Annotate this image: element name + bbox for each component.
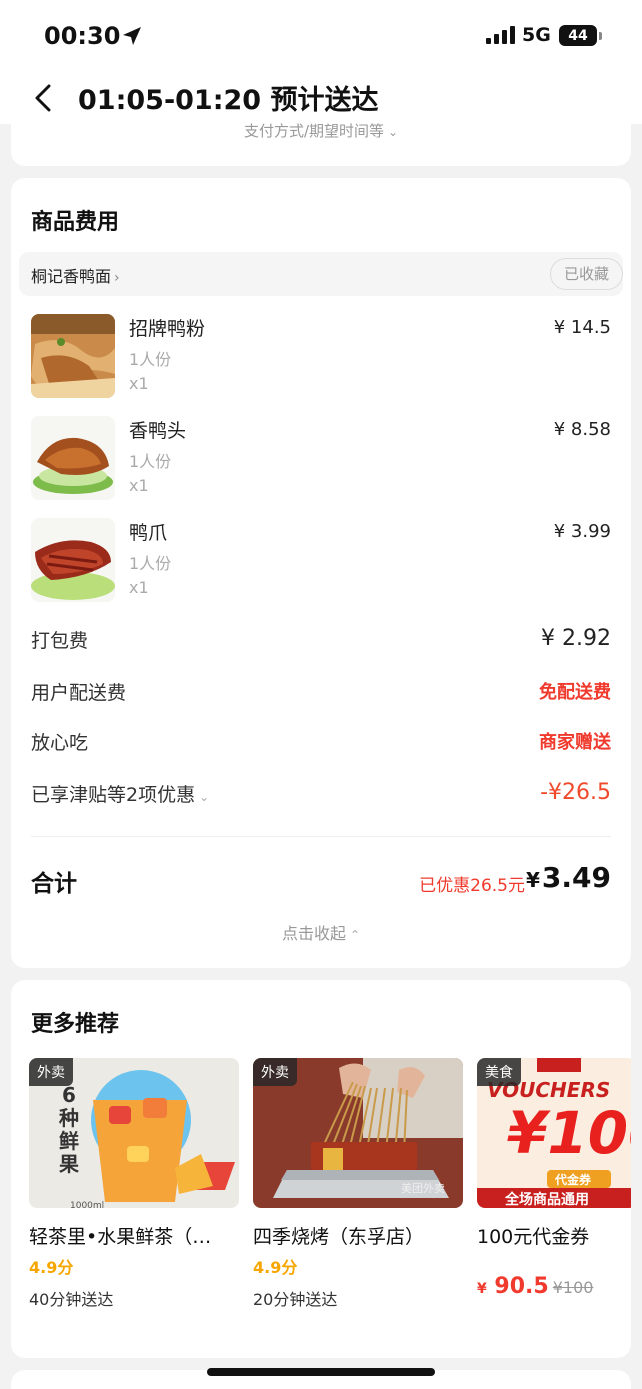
discount-label-text: 已享津贴等2项优惠 xyxy=(31,784,196,806)
chevron-down-icon: ⌄ xyxy=(388,125,399,139)
status-time: 00:30 xyxy=(44,22,121,50)
category-badge: 外卖 xyxy=(253,1058,297,1086)
item-price: ¥ 3.99 xyxy=(553,521,611,542)
fee-label: 放心吃 xyxy=(31,732,89,754)
chevron-down-icon: ⌄ xyxy=(199,790,210,804)
chevron-up-icon: ⌃ xyxy=(349,928,361,942)
collapse-label: 点击收起 xyxy=(281,924,346,943)
image-text: 6 xyxy=(62,1083,76,1107)
fee-label: 用户配送费 xyxy=(31,682,127,704)
fee-value: ¥ 2.92 xyxy=(541,626,611,651)
item-image xyxy=(31,416,115,500)
packing-fee-row: 打包费 ¥ 2.92 xyxy=(31,626,611,656)
section-title: 商品费用 xyxy=(31,210,120,235)
recommend-image: VOUCHERS ¥100 代金券 全场商品通用 美食 xyxy=(477,1058,631,1208)
item-price: ¥ 8.58 xyxy=(553,419,611,440)
order-item: 鸭爪 1人份 x1 ¥ 3.99 xyxy=(31,518,611,608)
svg-text:1000ml: 1000ml xyxy=(70,1201,104,1208)
recommend-item[interactable]: VOUCHERS ¥100 代金券 全场商品通用 美食 100元代金券 ¥ 90… xyxy=(477,1058,631,1328)
original-price: ¥100 xyxy=(552,1278,594,1297)
discount-row[interactable]: 已享津贴等2项优惠 ⌄ -¥26.5 xyxy=(31,780,611,810)
discount-value: -¥26.5 xyxy=(540,780,611,805)
price-value: 90.5 xyxy=(494,1274,549,1299)
recommend-item[interactable]: 美团外卖 外卖 四季烧烤（东孚店） 4.9分 20分钟送达 xyxy=(253,1058,463,1328)
total-amount: ¥3.49 xyxy=(526,861,611,894)
item-qty: x1 xyxy=(129,476,149,495)
fees-card: 商品费用 桐记香鸭面 › 已收藏 招牌鸭粉 1人份 x1 ¥ 14.5 香鸭头 … xyxy=(11,178,631,968)
nav-bar: 01:05-01:20 预计送达 xyxy=(0,72,642,124)
battery-icon: 44 xyxy=(559,25,602,46)
discount-label: 已享津贴等2项优惠 ⌄ xyxy=(31,780,209,807)
item-image xyxy=(31,314,115,398)
store-bar: 桐记香鸭面 › 已收藏 xyxy=(19,252,623,296)
item-spec: 1人份 xyxy=(129,350,172,369)
recommend-rating: 4.9分 xyxy=(253,1258,298,1277)
assurance-row: 放心吃 商家赠送 xyxy=(31,728,611,758)
location-arrow-icon xyxy=(123,27,141,45)
voucher-amount: ¥100 xyxy=(507,1099,631,1167)
network-type: 5G xyxy=(522,24,551,46)
item-price: ¥ 14.5 xyxy=(553,317,611,338)
recommend-name: 轻茶里•水果鲜茶（… xyxy=(29,1226,212,1248)
saved-amount: 已优惠26.5元 xyxy=(419,876,525,896)
collapse-button[interactable]: 点击收起 ⌃ xyxy=(11,920,631,944)
home-indicator[interactable] xyxy=(207,1368,435,1376)
currency-symbol: ¥ xyxy=(477,1281,487,1297)
voucher-foot: 全场商品通用 xyxy=(505,1192,589,1208)
category-badge: 美食 xyxy=(477,1058,521,1086)
total-label: 合计 xyxy=(31,871,77,897)
image-text: 果 xyxy=(59,1152,79,1176)
fee-value: 商家赠送 xyxy=(539,732,611,753)
total-value: 3.49 xyxy=(541,861,611,894)
recommend-name: 100元代金券 xyxy=(477,1226,590,1248)
store-link[interactable]: 桐记香鸭面 › xyxy=(31,263,120,287)
recommend-name: 四季烧烤（东孚店） xyxy=(253,1226,425,1248)
recommend-image: 1000ml 6 种 鲜 果 外卖 xyxy=(29,1058,239,1208)
item-spec: 1人份 xyxy=(129,554,172,573)
status-bar: 00:30 5G 44 xyxy=(0,0,642,72)
image-text: 鲜 xyxy=(59,1129,79,1153)
fee-value: 免配送费 xyxy=(539,682,611,703)
fee-label: 打包费 xyxy=(31,630,89,652)
watermark-text: 美团外卖 xyxy=(401,1182,445,1195)
delivery-fee-row: 用户配送费 免配送费 xyxy=(31,678,611,708)
recommend-price: ¥ 90.5 ¥100 xyxy=(477,1274,593,1299)
recommend-card: 更多推荐 1000ml 6 种 鲜 果 外卖 轻茶里•水果鲜茶（… 4.9分 4… xyxy=(11,980,631,1358)
signal-icon xyxy=(486,26,515,44)
recommend-eta: 40分钟送达 xyxy=(29,1290,114,1309)
payment-options-toggle[interactable]: 支付方式/期望时间等 ⌄ xyxy=(11,120,631,141)
order-item: 招牌鸭粉 1人份 x1 ¥ 14.5 xyxy=(31,314,611,404)
image-text: 种 xyxy=(59,1106,79,1130)
item-name: 香鸭头 xyxy=(129,420,187,442)
category-badge: 外卖 xyxy=(29,1058,73,1086)
page-title: 01:05-01:20 预计送达 xyxy=(78,85,379,116)
divider xyxy=(31,836,611,837)
item-spec: 1人份 xyxy=(129,452,172,471)
recommend-item[interactable]: 1000ml 6 种 鲜 果 外卖 轻茶里•水果鲜茶（… 4.9分 40分钟送达 xyxy=(29,1058,239,1328)
recommend-image-text: 6 种 鲜 果 xyxy=(59,1084,79,1176)
item-name: 鸭爪 xyxy=(129,522,168,544)
back-button[interactable] xyxy=(28,80,58,116)
chevron-left-icon xyxy=(35,84,51,112)
section-title: 更多推荐 xyxy=(31,1012,120,1037)
payment-hint-text: 支付方式/期望时间等 xyxy=(243,122,384,140)
chevron-right-icon: › xyxy=(114,270,120,286)
item-name: 招牌鸭粉 xyxy=(129,318,206,340)
voucher-sub: 代金券 xyxy=(555,1173,592,1187)
currency-symbol: ¥ xyxy=(525,868,540,892)
recommend-rating: 4.9分 xyxy=(29,1258,74,1277)
recommend-image: 美团外卖 外卖 xyxy=(253,1058,463,1208)
item-qty: x1 xyxy=(129,578,149,597)
recommend-eta: 20分钟送达 xyxy=(253,1290,338,1309)
store-name: 桐记香鸭面 xyxy=(31,267,112,286)
payment-card: 支付方式/期望时间等 ⌄ xyxy=(11,118,631,166)
order-item: 香鸭头 1人份 x1 ¥ 8.58 xyxy=(31,416,611,506)
item-image xyxy=(31,518,115,602)
favorite-button[interactable]: 已收藏 xyxy=(549,258,623,290)
item-qty: x1 xyxy=(129,374,149,393)
